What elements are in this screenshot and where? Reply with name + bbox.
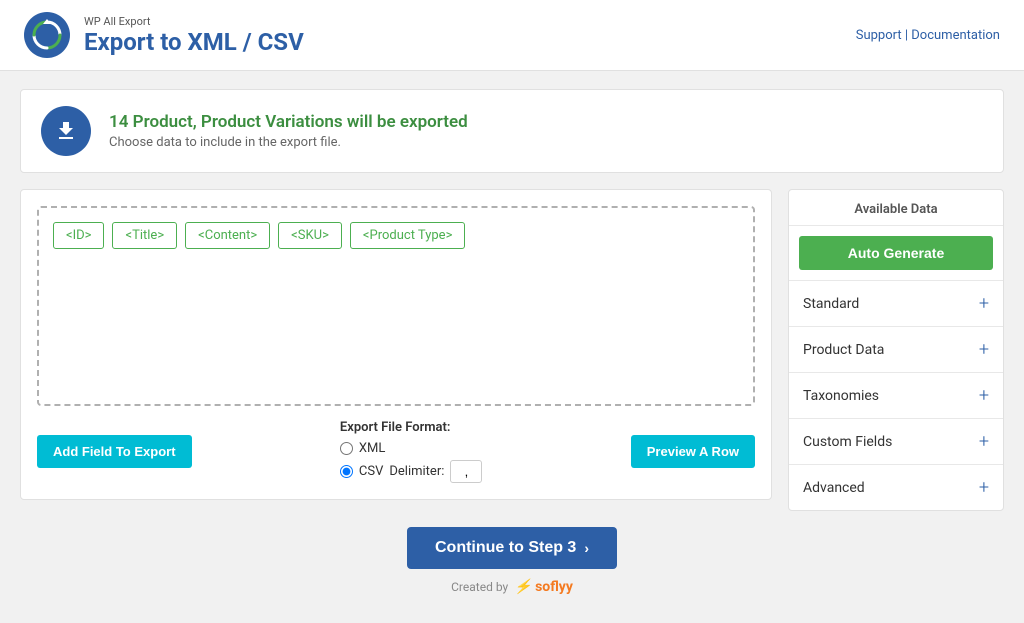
field-tag[interactable]: <Product Type> (350, 222, 465, 249)
wp-all-export-logo (24, 12, 70, 58)
available-data-panel: Available Data Auto Generate Standard+Pr… (788, 189, 1004, 511)
export-count: 14 (109, 112, 128, 132)
data-section-item[interactable]: Custom Fields + (789, 418, 1003, 464)
data-section-plus-icon: + (979, 339, 989, 360)
data-section-item[interactable]: Advanced + (789, 464, 1003, 510)
data-section-label: Product Data (803, 342, 884, 358)
preview-button[interactable]: Preview A Row (631, 435, 755, 468)
data-section-item[interactable]: Product Data + (789, 326, 1003, 372)
data-section-label: Taxonomies (803, 388, 879, 404)
data-section-label: Custom Fields (803, 434, 892, 450)
continue-section: Continue to Step 3 › Created by ⚡ soflyy (20, 527, 1004, 605)
support-link[interactable]: Support (856, 28, 902, 43)
header-links: Support | Documentation (856, 28, 1000, 43)
header-titles: WP All Export Export to XML / CSV (84, 15, 304, 56)
data-sections: Standard+Product Data+Taxonomies+Custom … (789, 280, 1003, 510)
data-section-plus-icon: + (979, 477, 989, 498)
delimiter-label: Delimiter: (389, 464, 444, 479)
soflyy-credit: Created by ⚡ soflyy (451, 579, 573, 595)
soflyy-brand: ⚡ soflyy (514, 579, 573, 595)
auto-generate-button[interactable]: Auto Generate (799, 236, 993, 270)
add-field-button[interactable]: Add Field To Export (37, 435, 192, 468)
export-panel: <ID><Title><Content><SKU><Product Type> … (20, 189, 772, 500)
delimiter-input[interactable] (450, 460, 482, 483)
plugin-name: WP All Export (84, 15, 304, 28)
created-by-text: Created by (451, 580, 508, 594)
field-tag[interactable]: <SKU> (278, 222, 342, 249)
data-section-plus-icon: + (979, 385, 989, 406)
chevron-icon: › (584, 540, 589, 556)
data-section-item[interactable]: Standard + (789, 280, 1003, 326)
xml-label[interactable]: XML (359, 441, 386, 456)
format-label: Export File Format: (340, 420, 482, 435)
documentation-link[interactable]: Documentation (911, 28, 1000, 43)
field-tags-container: <ID> <Title> <Content> <SKU> <Product Type> (53, 222, 739, 249)
data-section-plus-icon: + (979, 293, 989, 314)
xml-radio-row: XML (340, 441, 482, 456)
info-text: 14 Product, Product Variations will be e… (109, 112, 468, 150)
export-subtitle: Choose data to include in the export fil… (109, 135, 468, 150)
field-tag[interactable]: <ID> (53, 222, 104, 249)
header-left: WP All Export Export to XML / CSV (24, 12, 304, 58)
continue-label: Continue to Step 3 (435, 539, 576, 557)
drag-drop-area[interactable]: <ID> <Title> <Content> <SKU> <Product Type> (37, 206, 755, 406)
format-section: Export File Format: XML CSV Delimiter: (340, 420, 482, 483)
xml-radio[interactable] (340, 442, 353, 455)
data-section-plus-icon: + (979, 431, 989, 452)
available-data-title: Available Data (789, 190, 1003, 226)
content-row: <ID><Title><Content><SKU><Product Type> … (20, 189, 1004, 511)
data-section-label: Standard (803, 296, 859, 312)
main-content: 14 Product, Product Variations will be e… (0, 71, 1024, 623)
continue-button[interactable]: Continue to Step 3 › (407, 527, 617, 569)
csv-radio-row: CSV Delimiter: (340, 460, 482, 483)
page-header: WP All Export Export to XML / CSV Suppor… (0, 0, 1024, 71)
field-tag[interactable]: <Title> (112, 222, 177, 249)
data-section-label: Advanced (803, 480, 865, 496)
export-count-suffix: Product, Product Variations will be expo… (128, 112, 467, 132)
data-section-item[interactable]: Taxonomies + (789, 372, 1003, 418)
download-icon (54, 119, 78, 143)
field-tag[interactable]: <Content> (185, 222, 270, 249)
export-controls: Add Field To Export Export File Format: … (37, 420, 755, 483)
csv-radio[interactable] (340, 465, 353, 478)
info-icon-circle (41, 106, 91, 156)
page-title: Export to XML / CSV (84, 28, 304, 56)
info-banner: 14 Product, Product Variations will be e… (20, 89, 1004, 173)
delimiter-section: Delimiter: (389, 460, 482, 483)
export-count-text: 14 Product, Product Variations will be e… (109, 112, 468, 132)
csv-label[interactable]: CSV (359, 464, 383, 479)
